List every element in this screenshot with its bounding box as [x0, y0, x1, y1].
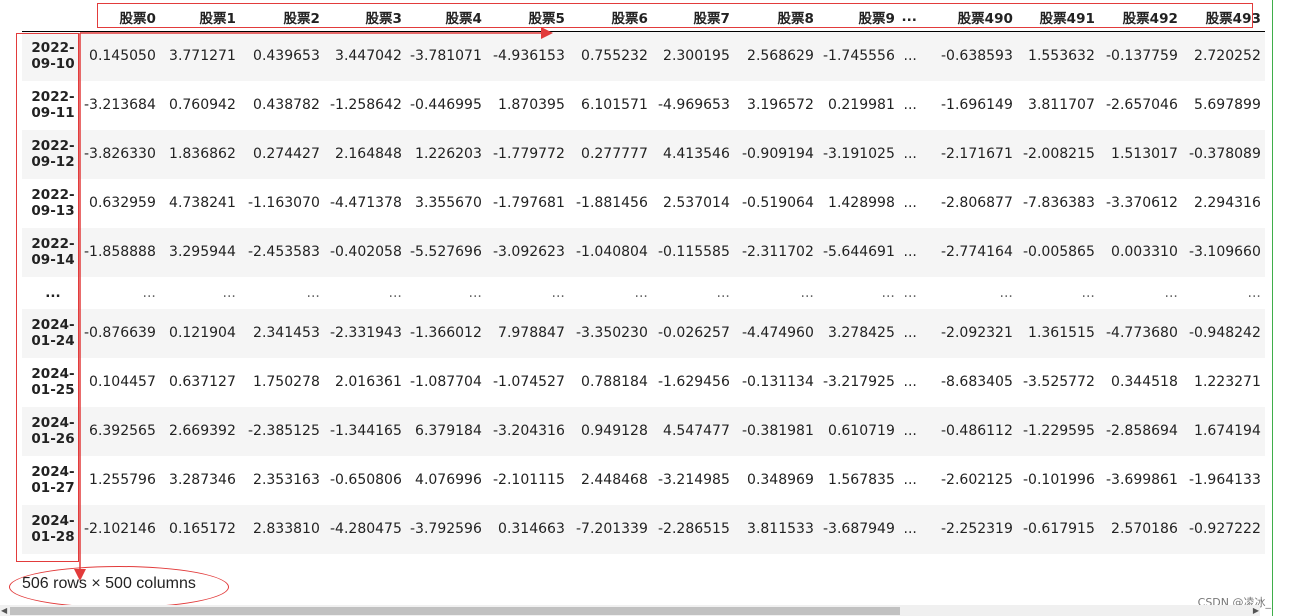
scrollbar-thumb[interactable]	[10, 607, 900, 615]
annotation-arrows	[74, 27, 553, 581]
horizontal-scrollbar[interactable]: ◀ ▶	[0, 605, 1260, 616]
dataframe-output: 股票0 股票1 股票2 股票3 股票4 股票5 股票6 股票7 股票8 股票9... 股票490 股票…	[0, 0, 1291, 616]
cell-frame-border	[1272, 0, 1273, 616]
scroll-right-icon[interactable]: ▶	[1253, 605, 1259, 616]
dataframe-shape-label: 506 rows × 500 columns	[22, 575, 196, 592]
scroll-left-icon[interactable]: ◀	[1, 605, 7, 616]
